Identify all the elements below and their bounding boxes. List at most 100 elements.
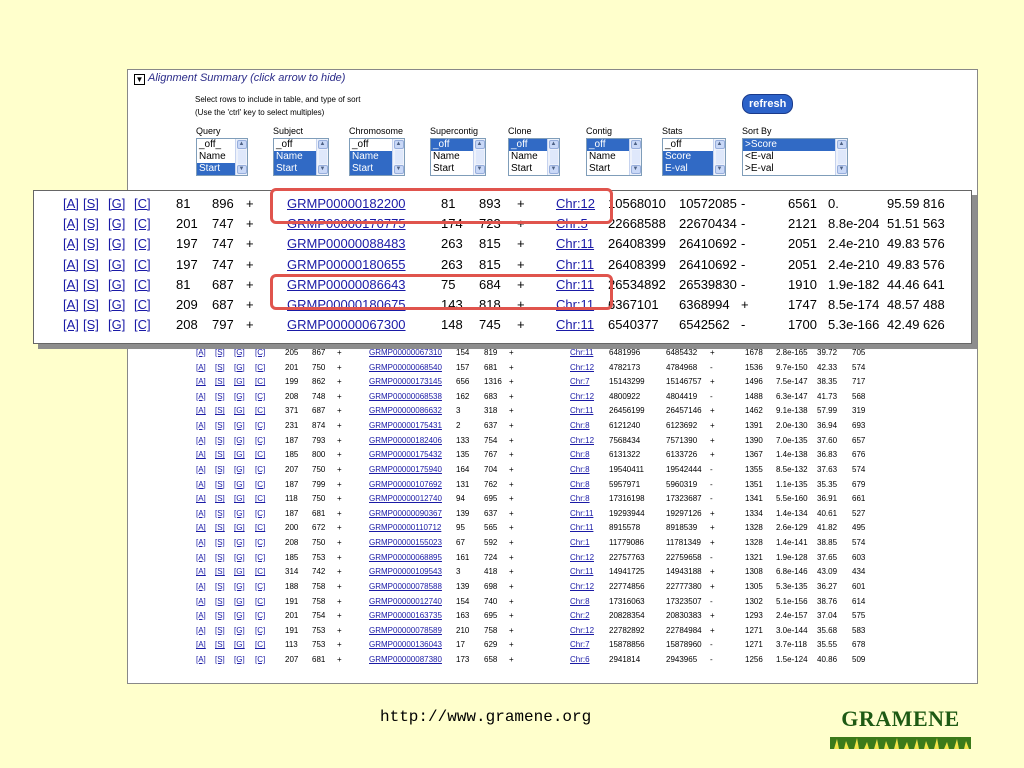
genome-link[interactable]: [G]: [108, 214, 125, 234]
multi-select-listbox[interactable]: _off Name Start ▲ ▼: [273, 138, 329, 176]
compare-link[interactable]: [C]: [255, 508, 265, 519]
listbox-scrollbar[interactable]: ▲ ▼: [235, 139, 247, 175]
subject-link[interactable]: GRMP00000088483: [287, 234, 406, 254]
listbox-option[interactable]: Name: [350, 151, 392, 163]
chromosome-link[interactable]: Chr:6: [570, 654, 590, 665]
listbox-option[interactable]: Name: [431, 151, 473, 163]
multi-select-listbox[interactable]: _off_ Name Start ▲ ▼: [196, 138, 248, 176]
compare-link[interactable]: [C]: [134, 275, 151, 295]
compare-link[interactable]: [C]: [255, 449, 265, 460]
seq-link[interactable]: [S]: [83, 255, 99, 275]
genome-link[interactable]: [G]: [234, 625, 245, 636]
align-link[interactable]: [A]: [196, 639, 206, 650]
listbox-option[interactable]: Name: [587, 151, 629, 163]
scroll-up-icon[interactable]: ▲: [474, 140, 485, 149]
seq-link[interactable]: [S]: [215, 552, 225, 563]
listbox-option[interactable]: Name: [509, 151, 547, 163]
chromosome-link[interactable]: Chr:11: [556, 234, 594, 254]
listbox-option[interactable]: Name: [197, 151, 235, 163]
multi-select-listbox[interactable]: >Score <E-val >E-val ▲ ▼: [742, 138, 848, 176]
compare-link[interactable]: [C]: [134, 255, 151, 275]
align-link[interactable]: [A]: [196, 362, 206, 373]
seq-link[interactable]: [S]: [215, 479, 225, 490]
chromosome-link[interactable]: Chr:12: [570, 362, 594, 373]
genome-link[interactable]: [G]: [234, 391, 245, 402]
align-link[interactable]: [A]: [196, 537, 206, 548]
align-link[interactable]: [A]: [63, 295, 79, 315]
compare-link[interactable]: [C]: [134, 295, 151, 315]
genome-link[interactable]: [G]: [234, 566, 245, 577]
compare-link[interactable]: [C]: [255, 581, 265, 592]
listbox-option[interactable]: Score: [663, 151, 713, 163]
scroll-up-icon[interactable]: ▲: [236, 140, 247, 149]
align-link[interactable]: [A]: [196, 479, 206, 490]
chromosome-link[interactable]: Chr:8: [570, 479, 590, 490]
multi-select-listbox[interactable]: _off Score E-val ▲ ▼: [662, 138, 726, 176]
compare-link[interactable]: [C]: [255, 522, 265, 533]
seq-link[interactable]: [S]: [215, 493, 225, 504]
compare-link[interactable]: [C]: [255, 596, 265, 607]
compare-link[interactable]: [C]: [134, 214, 151, 234]
subject-link[interactable]: GRMP00000175431: [369, 420, 442, 431]
listbox-option[interactable]: Start: [197, 163, 235, 175]
align-link[interactable]: [A]: [63, 214, 79, 234]
subject-link[interactable]: GRMP00000087380: [369, 654, 442, 665]
listbox-scrollbar[interactable]: ▲ ▼: [392, 139, 404, 175]
chromosome-link[interactable]: Chr:8: [570, 493, 590, 504]
seq-link[interactable]: [S]: [83, 234, 99, 254]
genome-link[interactable]: [G]: [234, 552, 245, 563]
scroll-track[interactable]: [475, 150, 484, 164]
align-link[interactable]: [A]: [196, 552, 206, 563]
seq-link[interactable]: [S]: [215, 654, 225, 665]
listbox-option[interactable]: Start: [431, 163, 473, 175]
seq-link[interactable]: [S]: [83, 194, 99, 214]
align-link[interactable]: [A]: [63, 234, 79, 254]
subject-link[interactable]: GRMP00000068540: [369, 362, 442, 373]
listbox-scrollbar[interactable]: ▲ ▼: [473, 139, 485, 175]
align-link[interactable]: [A]: [196, 654, 206, 665]
genome-link[interactable]: [G]: [234, 537, 245, 548]
chromosome-link[interactable]: Chr:12: [570, 391, 594, 402]
scroll-down-icon[interactable]: ▼: [548, 165, 559, 174]
multi-select-listbox[interactable]: _off Name Start ▲ ▼: [430, 138, 486, 176]
subject-link[interactable]: GRMP00000182406: [369, 435, 442, 446]
chromosome-link[interactable]: Chr:11: [556, 255, 594, 275]
scroll-track[interactable]: [549, 150, 558, 164]
chromosome-link[interactable]: Chr:2: [570, 610, 590, 621]
align-link[interactable]: [A]: [196, 522, 206, 533]
seq-link[interactable]: [S]: [215, 639, 225, 650]
subject-link[interactable]: GRMP00000109543: [369, 566, 442, 577]
chromosome-link[interactable]: Chr:1: [570, 537, 590, 548]
chromosome-link[interactable]: Chr:8: [570, 449, 590, 460]
compare-link[interactable]: [C]: [255, 347, 265, 358]
genome-link[interactable]: [G]: [234, 610, 245, 621]
align-link[interactable]: [A]: [196, 610, 206, 621]
scroll-track[interactable]: [837, 150, 846, 164]
align-link[interactable]: [A]: [196, 581, 206, 592]
chromosome-link[interactable]: Chr:8: [570, 420, 590, 431]
genome-link[interactable]: [G]: [234, 581, 245, 592]
subject-link[interactable]: GRMP00000067310: [369, 347, 442, 358]
multi-select-listbox[interactable]: _off Name Start ▲ ▼: [586, 138, 642, 176]
subject-link[interactable]: GRMP00000078588: [369, 581, 442, 592]
listbox-scrollbar[interactable]: ▲ ▼: [713, 139, 725, 175]
align-link[interactable]: [A]: [196, 435, 206, 446]
compare-link[interactable]: [C]: [255, 639, 265, 650]
genome-link[interactable]: [G]: [234, 639, 245, 650]
scroll-up-icon[interactable]: ▲: [836, 140, 847, 149]
seq-link[interactable]: [S]: [215, 566, 225, 577]
align-link[interactable]: [A]: [196, 391, 206, 402]
scroll-down-icon[interactable]: ▼: [393, 165, 404, 174]
scroll-down-icon[interactable]: ▼: [236, 165, 247, 174]
align-link[interactable]: [A]: [196, 420, 206, 431]
scroll-track[interactable]: [318, 150, 327, 164]
seq-link[interactable]: [S]: [83, 275, 99, 295]
chromosome-link[interactable]: Chr:12: [570, 625, 594, 636]
seq-link[interactable]: [S]: [215, 376, 225, 387]
genome-link[interactable]: [G]: [234, 435, 245, 446]
genome-link[interactable]: [G]: [108, 255, 125, 275]
listbox-option[interactable]: <E-val: [743, 151, 835, 163]
collapse-arrow-icon[interactable]: ▼: [134, 74, 145, 85]
seq-link[interactable]: [S]: [215, 405, 225, 416]
subject-link[interactable]: GRMP00000090367: [369, 508, 442, 519]
